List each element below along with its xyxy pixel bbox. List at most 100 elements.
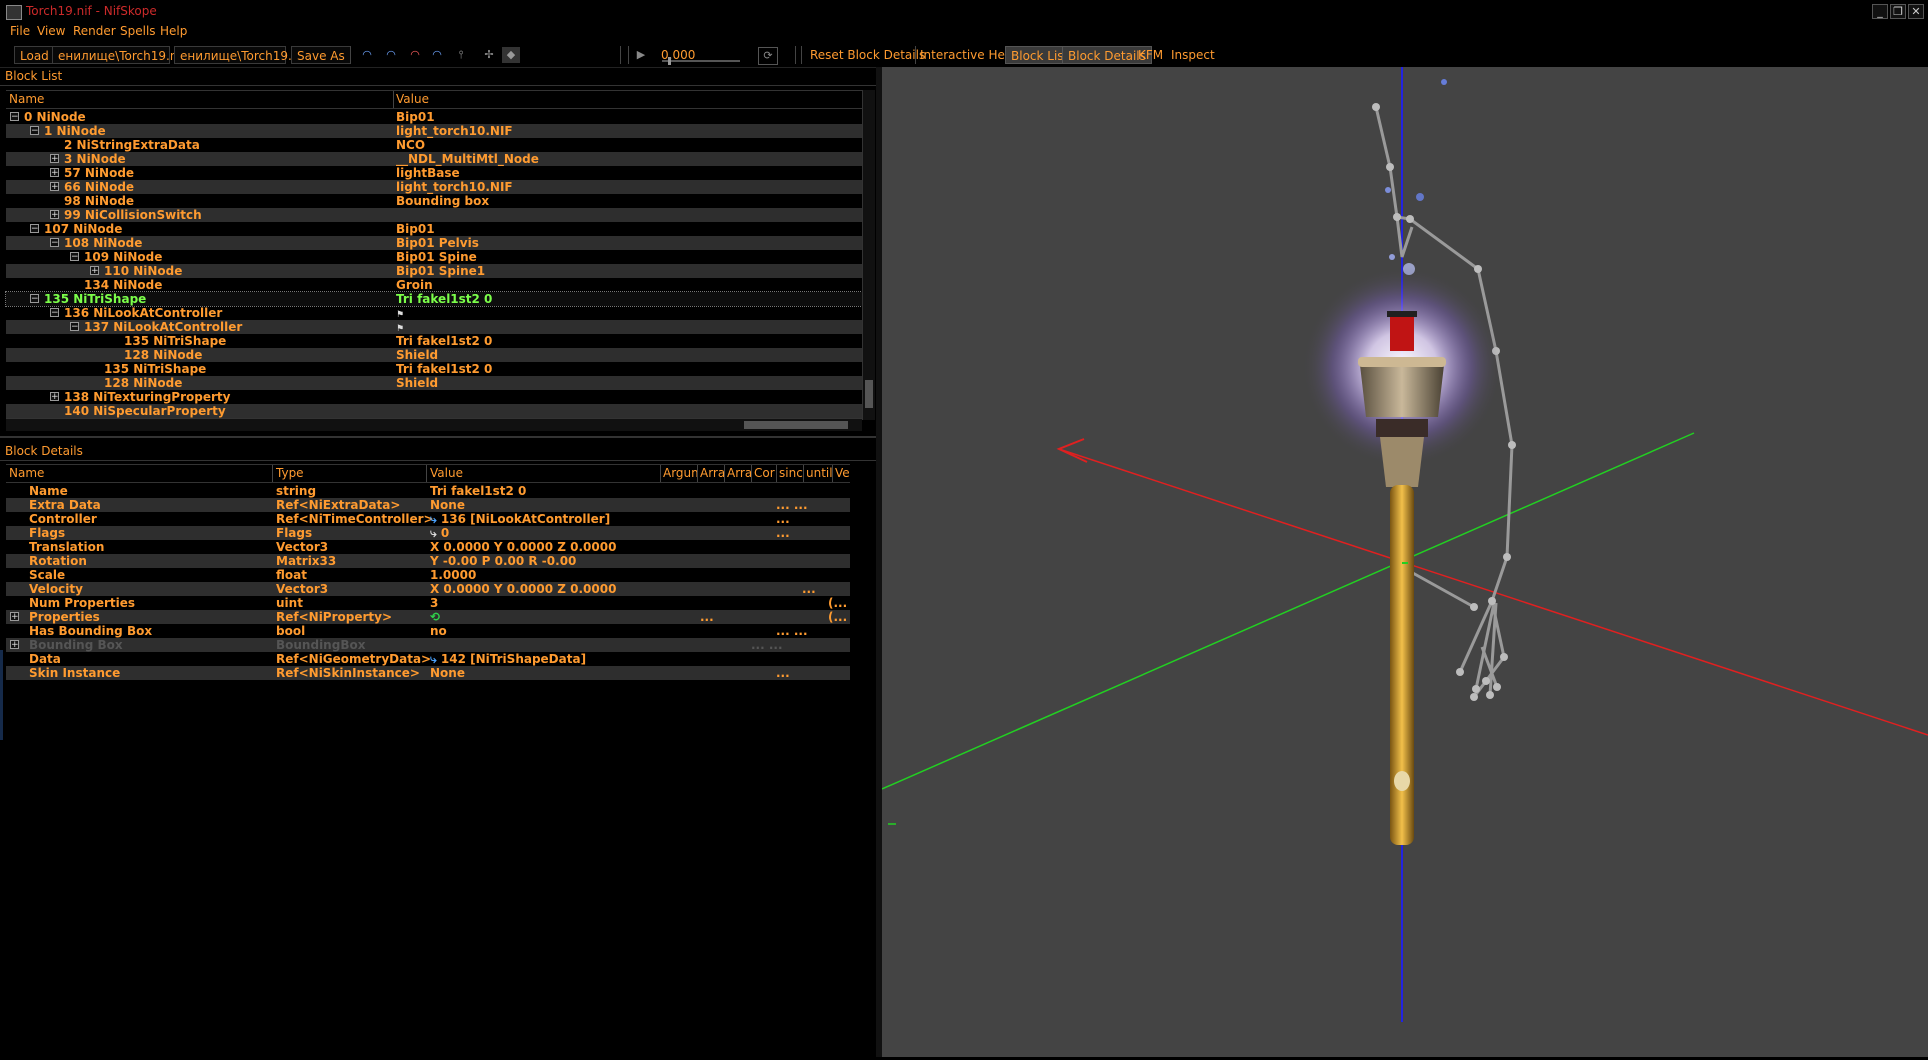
detail-row[interactable]: Extra Data Ref<NiExtraData> None ... ...	[6, 498, 850, 512]
tree-row[interactable]: −107 NiNode Bip01	[6, 222, 862, 236]
kfm-button[interactable]: KFM	[1138, 48, 1163, 62]
expand-icon[interactable]: +	[10, 612, 19, 622]
close-button[interactable]: ✕	[1908, 4, 1924, 19]
field-value[interactable]: 1.0000	[430, 568, 476, 582]
collapse-icon[interactable]: −	[10, 112, 19, 122]
expand-icon[interactable]: +	[50, 210, 59, 220]
tree-row[interactable]: 2 NiStringExtraData NCO	[6, 138, 862, 152]
column-condition[interactable]: Cor	[754, 466, 776, 480]
tree-row[interactable]: −0 NiNode Bip01	[6, 110, 862, 124]
collapse-icon[interactable]: −	[70, 252, 79, 262]
column-array1[interactable]: Arra	[700, 466, 724, 480]
detail-row[interactable]: Controller Ref<NiTimeController> ⤷ 136 [Ni…	[6, 512, 850, 526]
save-as-button[interactable]: Save As	[291, 46, 351, 64]
tree-row[interactable]: +57 NiNode lightBase	[6, 166, 862, 180]
column-type[interactable]: Type	[276, 466, 304, 480]
tree-row[interactable]: −1 NiNode light_torch10.NIF	[6, 124, 862, 138]
tree-row[interactable]: −135 NiTriShape Tri fakel1st2 0	[5, 291, 863, 307]
menu-spells[interactable]: Spells	[120, 24, 156, 38]
collapse-icon[interactable]: −	[70, 322, 79, 332]
column-argument[interactable]: Argum	[663, 466, 697, 480]
load-button[interactable]: Load	[14, 46, 55, 64]
tree-row[interactable]: +138 NiTexturingProperty	[6, 390, 862, 404]
field-value[interactable]: 3	[430, 596, 438, 610]
block-list-horizontal-scrollbar[interactable]	[6, 418, 862, 431]
menu-render[interactable]: Render	[73, 24, 116, 38]
column-until[interactable]: until	[806, 466, 832, 480]
loop-icon[interactable]: ⟳	[758, 47, 778, 65]
tree-row[interactable]: 134 NiNode Groin	[6, 278, 862, 292]
tree-row[interactable]: 128 NiNode Shield	[6, 348, 862, 362]
detail-row[interactable]: Velocity Vector3 X 0.0000 Y 0.0000 Z 0.000…	[6, 582, 850, 596]
expand-icon[interactable]: +	[10, 640, 19, 650]
field-value[interactable]: Y -0.00 P 0.00 R -0.00	[430, 554, 576, 568]
column-since[interactable]: sinc	[779, 466, 803, 480]
perspective-icon[interactable]: ◆	[502, 47, 520, 63]
maximize-button[interactable]: ❐	[1890, 4, 1906, 19]
detail-row[interactable]: Data Ref<NiGeometryData> ⤷ 142 [NiTriShape…	[6, 652, 850, 666]
column-value[interactable]: Value	[396, 92, 429, 106]
detail-row[interactable]: Rotation Matrix33 Y -0.00 P 0.00 R -0.00	[6, 554, 850, 568]
column-value[interactable]: Value	[430, 466, 463, 480]
menu-view[interactable]: View	[37, 24, 65, 38]
expand-icon[interactable]: +	[50, 182, 59, 192]
field-value[interactable]: X 0.0000 Y 0.0000 Z 0.0000	[430, 582, 616, 596]
field-value[interactable]: Tri fakel1st2 0	[430, 484, 526, 498]
column-name[interactable]: Name	[9, 92, 44, 106]
expand-icon[interactable]: +	[90, 266, 99, 276]
view-side-icon[interactable]: ◠	[382, 47, 400, 63]
interactive-help-button[interactable]: Interactive Help	[920, 48, 1016, 62]
field-value[interactable]: None	[430, 498, 465, 512]
save-path-field[interactable]: енилище\Torch19.nif	[174, 46, 307, 64]
tree-row[interactable]: 135 NiTriShape Tri fakel1st2 0	[6, 362, 862, 376]
menu-file[interactable]: File	[10, 24, 30, 38]
column-name[interactable]: Name	[9, 466, 44, 480]
time-slider[interactable]	[662, 60, 740, 62]
scrollbar-thumb[interactable]	[744, 421, 848, 429]
field-value[interactable]: no	[430, 624, 447, 638]
minimize-button[interactable]: _	[1872, 4, 1888, 19]
field-value[interactable]: ⤷ 136 [NiLookAtController]	[430, 512, 610, 526]
collapse-icon[interactable]: −	[30, 126, 39, 136]
collapse-icon[interactable]: −	[30, 224, 39, 234]
detail-row[interactable]: Num Properties uint 3 (...	[6, 596, 850, 610]
load-path-field[interactable]: енилище\Torch19.nif	[52, 46, 185, 64]
detail-row[interactable]: + Bounding Box BoundingBox ... ...	[6, 638, 850, 652]
tree-row[interactable]: 135 NiTriShape Tri fakel1st2 0	[6, 334, 862, 348]
expand-icon[interactable]: +	[50, 168, 59, 178]
column-array2[interactable]: Arra	[727, 466, 751, 480]
view-front-icon[interactable]: ◠	[358, 47, 376, 63]
panel-splitter[interactable]	[0, 436, 876, 438]
view-top-icon[interactable]: ◠	[406, 47, 424, 63]
field-value[interactable]: ⟲	[430, 610, 440, 624]
detail-row[interactable]: Flags Flags ⤷ 0...	[6, 526, 850, 540]
tree-row[interactable]: −109 NiNode Bip01 Spine	[6, 250, 862, 264]
tree-row[interactable]: 140 NiSpecularProperty	[6, 404, 862, 418]
inspect-button[interactable]: Inspect	[1171, 48, 1215, 62]
tree-row[interactable]: −136 NiLookAtController ⚑	[6, 306, 862, 320]
detail-row[interactable]: Skin Instance Ref<NiSkinInstance> None...	[6, 666, 850, 680]
time-slider-handle[interactable]	[668, 57, 671, 65]
tree-row[interactable]: +3 NiNode __NDL_MultiMtl_Node	[6, 152, 862, 166]
axis-icon[interactable]: ⫯	[452, 47, 470, 63]
field-value[interactable]: ⤷ 142 [NiTriShapeData]	[430, 652, 586, 666]
block-list-vertical-scrollbar[interactable]	[862, 90, 875, 420]
expand-icon[interactable]: +	[50, 392, 59, 402]
play-icon[interactable]: ▶	[632, 47, 650, 63]
reset-block-details-button[interactable]: Reset Block Details	[810, 48, 925, 62]
tree-row[interactable]: +99 NiCollisionSwitch	[6, 208, 862, 222]
view-user-icon[interactable]: ◠	[428, 47, 446, 63]
tree-row[interactable]: +110 NiNode Bip01 Spine1	[6, 264, 862, 278]
detail-row[interactable]: Translation Vector3 X 0.0000 Y 0.0000 Z 0.…	[6, 540, 850, 554]
collapse-icon[interactable]: −	[50, 308, 59, 318]
render-viewport[interactable]	[882, 67, 1928, 1057]
menu-help[interactable]: Help	[160, 24, 187, 38]
field-value[interactable]: ⤷ 0	[430, 526, 449, 540]
detail-row[interactable]: Has Bounding Box bool no ... ...	[6, 624, 850, 638]
field-value[interactable]: X 0.0000 Y 0.0000 Z 0.0000	[430, 540, 616, 554]
tree-row[interactable]: −108 NiNode Bip01 Pelvis	[6, 236, 862, 250]
flip-icon[interactable]: ✢	[480, 47, 498, 63]
detail-row[interactable]: Scale float 1.0000	[6, 568, 850, 582]
collapse-icon[interactable]: −	[30, 294, 39, 304]
column-version[interactable]: Vers	[835, 466, 850, 480]
